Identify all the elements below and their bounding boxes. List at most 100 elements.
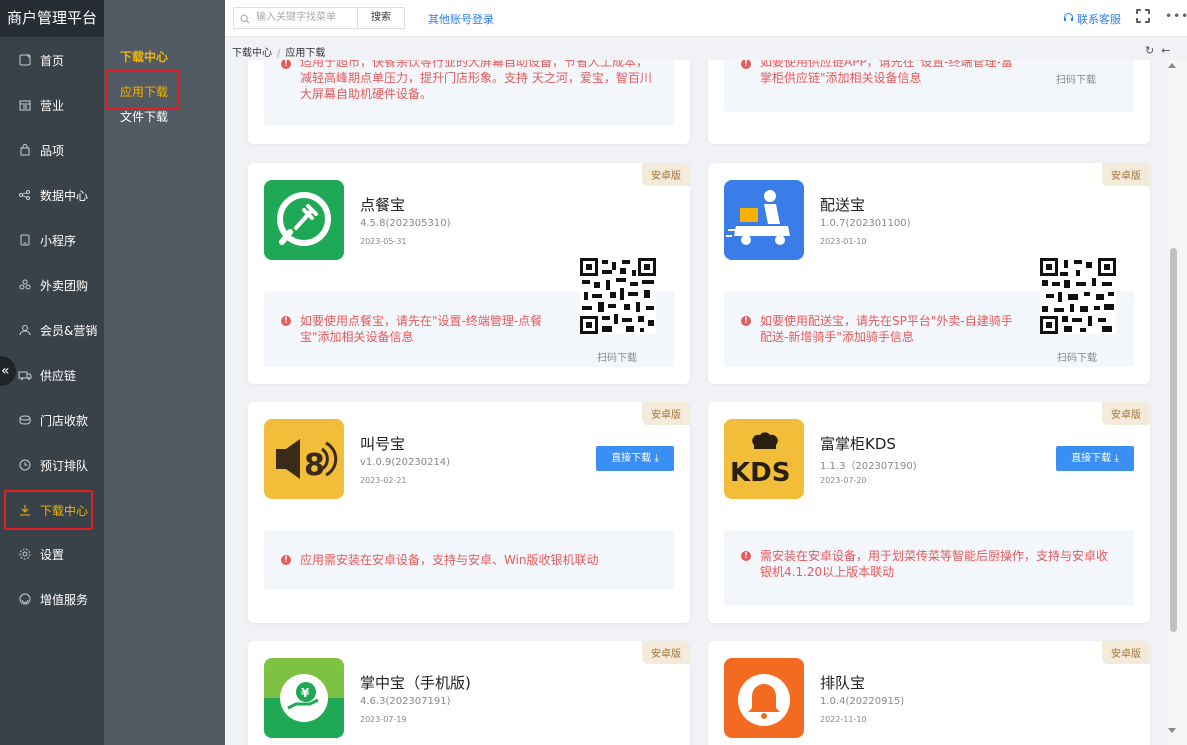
app-date: 2023-01-10 — [820, 237, 867, 246]
app-version: 1.1.3（202307190) — [820, 461, 917, 472]
alert-icon: ! — [741, 316, 751, 326]
back-icon[interactable]: ← — [1161, 44, 1170, 57]
app-version: 4.5.8(202305310) — [360, 218, 451, 229]
contact-support-link[interactable]: 联系客服 — [1063, 11, 1121, 27]
refresh-icon[interactable]: ↻ — [1145, 44, 1154, 57]
paiduibao-app-icon — [724, 658, 804, 738]
breadcrumb-item[interactable]: 下载中心 — [232, 48, 272, 59]
qr-code — [1042, 60, 1118, 64]
scrollbar-thumb[interactable] — [1170, 248, 1177, 632]
qr-code — [1040, 258, 1116, 334]
highlight-box — [4, 490, 93, 530]
app-name: 点餐宝 — [360, 196, 406, 214]
nav-item-items[interactable]: 品项 — [0, 130, 104, 170]
app-notice: ! 应用需安装在安卓设备，支持与安卓、Win版收银机联动 — [264, 530, 674, 590]
nav-label: 外卖团购 — [40, 278, 89, 293]
alert-icon: ! — [281, 60, 291, 69]
app-card-kds: 安卓版 KDS 富掌柜KDS 1.1.3（202307190) 2023-07-… — [708, 402, 1150, 623]
qr-code — [580, 258, 656, 334]
share-icon — [18, 188, 32, 202]
highlight-box — [106, 69, 180, 110]
service-icon — [18, 592, 32, 606]
app-card-zhangzhongbao: 安卓版 ¥ 掌中宝（手机版) 4.6.3(202307191) 2023-07-… — [248, 641, 690, 745]
breadcrumb: 下载中心 / 应用下载 — [232, 48, 326, 59]
android-tag: 安卓版 — [642, 163, 690, 186]
app-title: 商户管理平台 — [0, 0, 104, 37]
android-tag: 安卓版 — [1102, 641, 1150, 664]
breadcrumb-actions: ↻ ← — [1145, 44, 1170, 57]
app-name: 叫号宝 — [360, 435, 406, 453]
app-name: 配送宝 — [820, 196, 866, 214]
android-tag: 安卓版 — [642, 402, 690, 425]
subnav-heading: 下载中心 — [120, 50, 169, 64]
sidebar: 商户管理平台 首页 营业 品项 数据中心 小程序 外卖团购 会员&营销 供应链 … — [0, 0, 104, 745]
kds-app-icon: KDS — [724, 419, 804, 499]
app-date: 2023-07-19 — [360, 715, 407, 724]
zhangzhongbao-app-icon: ¥ — [264, 658, 344, 738]
app-version: v1.0.9(20230214) — [360, 457, 451, 468]
direct-download-button[interactable]: 直接下载 ⤓ — [1056, 446, 1134, 471]
nav-label: 营业 — [40, 98, 65, 113]
more-icon[interactable]: ••• — [1165, 9, 1187, 23]
app-version: 1.0.7(202301100) — [820, 218, 911, 229]
svg-text:¥: ¥ — [301, 686, 310, 700]
android-tag: 安卓版 — [1102, 402, 1150, 425]
nav-item-member[interactable]: 会员&营销 — [0, 310, 104, 350]
nav-item-business[interactable]: 营业 — [0, 85, 104, 125]
nav-item-settings[interactable]: 设置 — [0, 534, 104, 574]
nav-item-takeout[interactable]: 外卖团购 — [0, 265, 104, 305]
nav-item-home[interactable]: 首页 — [0, 40, 104, 80]
app-version: 4.6.3(202307191) — [360, 696, 451, 707]
user-icon — [18, 323, 32, 337]
search-button[interactable]: 搜索 — [357, 7, 405, 29]
search-icon — [240, 12, 250, 32]
app-date: 2022-11-10 — [820, 715, 867, 724]
app-version: 1.0.4(20220915) — [820, 696, 905, 707]
scrollbar[interactable] — [1167, 60, 1187, 745]
nav-item-valueadded[interactable]: 增值服务 — [0, 579, 104, 619]
alert-icon: ! — [281, 316, 291, 326]
app-notice: ! 适用于超市，快餐余饮等行业的大屏幕自助设备，节省人工成本，减轻高峰期点单压力… — [264, 60, 674, 126]
nav-label: 门店收款 — [40, 413, 89, 428]
contact-label: 联系客服 — [1077, 13, 1121, 26]
alert-icon: ! — [741, 60, 751, 69]
app-name: 掌中宝（手机版) — [360, 674, 471, 692]
app-notice: ! 需安装在安卓设备，用于划菜传菜等智能后厨操作，支持与安卓收银机4.1.20以… — [724, 530, 1134, 606]
fullscreen-icon[interactable] — [1135, 8, 1153, 26]
svg-text:KDS: KDS — [730, 458, 790, 488]
calendar-icon — [18, 98, 32, 112]
nav-item-miniprogram[interactable]: 小程序 — [0, 220, 104, 260]
nav-label: 供应链 — [40, 368, 77, 383]
scroll-down-icon[interactable] — [1168, 728, 1176, 733]
direct-download-button[interactable]: 直接下载 ⤓ — [596, 446, 674, 471]
app-card-peisongbao: 安卓版 配送宝 1.0.7(202301100) 2023-01-10 ! 如要… — [708, 163, 1150, 384]
mobile-icon — [18, 233, 32, 247]
search-input[interactable]: 输入关键字找菜单 — [233, 7, 358, 29]
diancanbao-app-icon — [264, 180, 344, 260]
alert-icon: ! — [281, 555, 291, 565]
topbar: 输入关键字找菜单 搜索 其他账号登录 联系客服 ••• — [225, 0, 1187, 37]
scroll-up-icon[interactable] — [1168, 63, 1176, 68]
app-notice: ! 如要使用供应链APP，请先在"设置-终端管理-富掌柜供应链"添加相关设备信息 — [724, 60, 1134, 112]
nav-label: 预订排队 — [40, 458, 89, 473]
subnav-item-file-download[interactable]: 文件下载 — [120, 108, 168, 125]
nav-item-payment[interactable]: 门店收款 — [0, 400, 104, 440]
truck-icon — [18, 368, 32, 382]
download-list: ! 适用于超市，快餐余饮等行业的大屏幕自助设备，节省人工成本，减轻高峰期点单压力… — [230, 60, 1167, 745]
subnav: 下载中心 应用下载 文件下载 — [104, 0, 225, 745]
nav-label: 数据中心 — [40, 188, 89, 203]
nav-item-download[interactable]: 下载中心 — [0, 490, 104, 530]
app-date: 2023-05-31 — [360, 237, 407, 246]
nav-item-data[interactable]: 数据中心 — [0, 175, 104, 215]
alert-icon: ! — [741, 551, 751, 561]
nav-label: 首页 — [40, 53, 65, 68]
search-placeholder: 输入关键字找菜单 — [256, 12, 336, 23]
app-card-supply: ! 如要使用供应链APP，请先在"设置-终端管理-富掌柜供应链"添加相关设备信息… — [708, 60, 1150, 144]
nav-item-supply[interactable]: 供应链 — [0, 355, 104, 395]
other-account-login-link[interactable]: 其他账号登录 — [428, 11, 494, 27]
nav-label: 设置 — [40, 547, 65, 562]
android-tag: 安卓版 — [642, 641, 690, 664]
nav-label: 品项 — [40, 143, 65, 158]
nav-item-booking[interactable]: 预订排队 — [0, 445, 104, 485]
jiaohaobao-app-icon: 8 — [264, 419, 344, 499]
